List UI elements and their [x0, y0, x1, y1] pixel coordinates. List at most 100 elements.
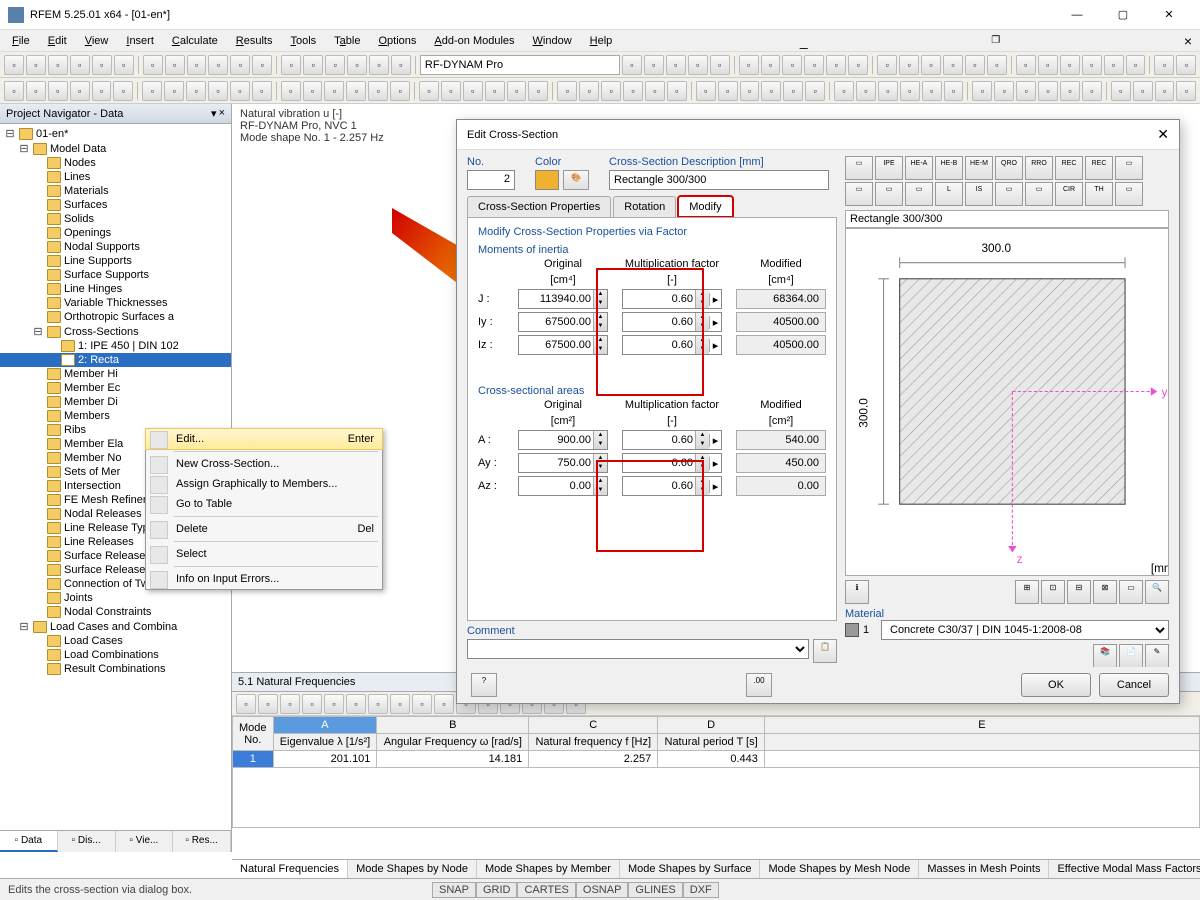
toolbar-button[interactable]: ▫	[696, 81, 716, 101]
tree-item[interactable]: Load Cases	[0, 634, 231, 648]
tree-item[interactable]: Line Hinges	[0, 282, 231, 296]
status-toggle-osnap[interactable]: OSNAP	[576, 882, 629, 898]
description-input[interactable]	[609, 170, 829, 190]
cs-lib-button[interactable]: CIR	[1055, 182, 1083, 206]
table-toolbar-button[interactable]: ▫	[280, 694, 300, 714]
preview-tool-5[interactable]: ▭	[1119, 580, 1143, 604]
result-tab[interactable]: Mode Shapes by Surface	[620, 860, 761, 878]
dialog-units-button[interactable]: .00	[746, 673, 772, 697]
results-table[interactable]: Mode No. A B C D E Eigenvalue λ [1/s²]An…	[232, 716, 1200, 828]
menu-tools[interactable]: Tools	[282, 33, 324, 49]
toolbar-button[interactable]: ▫	[667, 81, 687, 101]
toolbar-button[interactable]: ▫	[281, 55, 301, 75]
nav-tab-res...[interactable]: ▫ Res...	[173, 831, 231, 852]
toolbar-button[interactable]: ▫	[368, 81, 388, 101]
result-tab[interactable]: Mode Shapes by Mesh Node	[760, 860, 919, 878]
cs-lib-button[interactable]: IPE	[875, 156, 903, 180]
no-field[interactable]: 2	[467, 170, 515, 190]
toolbar-button[interactable]: ▫	[230, 81, 250, 101]
cs-lib-button[interactable]: RRO	[1025, 156, 1053, 180]
tree-item[interactable]: Member Ec	[0, 381, 231, 395]
menu-options[interactable]: Options	[370, 33, 424, 49]
tree-item[interactable]: Variable Thicknesses	[0, 296, 231, 310]
toolbar-button[interactable]: ▫	[826, 55, 846, 75]
table-toolbar-button[interactable]: ▫	[302, 694, 322, 714]
menu-add-on modules[interactable]: Add-on Modules	[426, 33, 522, 49]
toolbar-button[interactable]: ▫	[848, 55, 868, 75]
toolbar-button[interactable]: ▫	[1133, 81, 1153, 101]
comment-browse-button[interactable]: 📋	[813, 639, 837, 663]
toolbar-button[interactable]: ▫	[899, 55, 919, 75]
toolbar-button[interactable]: ▫	[92, 81, 112, 101]
factor-spinner[interactable]: ▲▼▸	[622, 335, 722, 355]
toolbar-button[interactable]: ▫	[922, 81, 942, 101]
module-combo[interactable]: RF-DYNAM Pro	[420, 55, 620, 75]
toolbar-button[interactable]: ▫	[208, 55, 228, 75]
tree-item[interactable]: Member Hi	[0, 367, 231, 381]
table-toolbar-button[interactable]: ▫	[258, 694, 278, 714]
toolbar-button[interactable]: ▫	[441, 81, 461, 101]
toolbar-button[interactable]: ▫	[579, 81, 599, 101]
toolbar-button[interactable]: ▫	[230, 55, 250, 75]
toolbar-button[interactable]: ▫	[1111, 81, 1131, 101]
toolbar-button[interactable]: ▫	[252, 81, 272, 101]
close-button[interactable]: ✕	[1146, 0, 1192, 30]
cs-lib-button[interactable]: ▭	[1115, 156, 1143, 180]
material-lib-button[interactable]: 📚	[1093, 644, 1117, 667]
cancel-button[interactable]: Cancel	[1099, 673, 1169, 697]
minimize-button[interactable]: —	[1054, 0, 1100, 30]
preview-tool-1[interactable]: ⊞	[1015, 580, 1039, 604]
cs-lib-button[interactable]: ▭	[1115, 182, 1143, 206]
toolbar-button[interactable]: ▫	[987, 55, 1007, 75]
factor-spinner[interactable]: ▲▼▸	[622, 430, 722, 450]
mdi-minimize-icon[interactable]: _	[796, 33, 812, 49]
result-tab[interactable]: Mode Shapes by Member	[477, 860, 620, 878]
table-toolbar-button[interactable]: ▫	[412, 694, 432, 714]
menu-window[interactable]: Window	[525, 33, 580, 49]
toolbar-button[interactable]: ▫	[1060, 81, 1080, 101]
material-new-button[interactable]: 📄	[1119, 644, 1143, 667]
context-edit-[interactable]: Edit...Enter	[145, 428, 383, 450]
cs-lib-button[interactable]: TH	[1085, 182, 1113, 206]
color-picker-button[interactable]: 🎨	[563, 170, 589, 190]
factor-spinner[interactable]: ▲▼▸	[622, 476, 722, 496]
toolbar-button[interactable]: ▫	[1038, 55, 1058, 75]
toolbar-button[interactable]: ▫	[623, 81, 643, 101]
cs-lib-button[interactable]: HE-B	[935, 156, 963, 180]
preview-tool-3[interactable]: ⊟	[1067, 580, 1091, 604]
menu-insert[interactable]: Insert	[118, 33, 162, 49]
tree-item[interactable]: Solids	[0, 212, 231, 226]
menu-help[interactable]: Help	[582, 33, 621, 49]
toolbar-button[interactable]: ▫	[419, 81, 439, 101]
tree-item[interactable]: Nodes	[0, 156, 231, 170]
tree-item[interactable]: ⊟Cross-Sections	[0, 324, 231, 339]
tree-item[interactable]: ⊟Model Data	[0, 141, 231, 156]
table-toolbar-button[interactable]: ▫	[368, 694, 388, 714]
toolbar-button[interactable]: ▫	[1038, 81, 1058, 101]
color-swatch[interactable]	[535, 170, 559, 190]
tree-item[interactable]: Load Combinations	[0, 648, 231, 662]
cs-lib-button[interactable]: REC	[1055, 156, 1083, 180]
original-spinner[interactable]: ▲▼	[518, 289, 608, 309]
toolbar-button[interactable]: ▫	[688, 55, 708, 75]
toolbar-button[interactable]: ▫	[92, 55, 112, 75]
toolbar-button[interactable]: ▫	[666, 55, 686, 75]
original-spinner[interactable]: ▲▼	[518, 312, 608, 332]
menu-edit[interactable]: Edit	[40, 33, 75, 49]
toolbar-button[interactable]: ▫	[994, 81, 1014, 101]
mdi-restore-icon[interactable]: ❐	[987, 35, 1004, 46]
toolbar-button[interactable]: ▫	[782, 55, 802, 75]
toolbar-button[interactable]: ▫	[143, 55, 163, 75]
toolbar-button[interactable]: ▫	[944, 81, 964, 101]
table-toolbar-button[interactable]: ▫	[390, 694, 410, 714]
toolbar-button[interactable]: ▫	[877, 55, 897, 75]
toolbar-button[interactable]: ▫	[303, 81, 323, 101]
toolbar-button[interactable]: ▫	[113, 81, 133, 101]
comment-input[interactable]	[467, 639, 809, 659]
toolbar-button[interactable]: ▫	[783, 81, 803, 101]
toolbar-button[interactable]: ▫	[325, 55, 345, 75]
result-tab[interactable]: Mode Shapes by Node	[348, 860, 477, 878]
material-edit-button[interactable]: ✎	[1145, 644, 1169, 667]
result-tab[interactable]: Natural Frequencies	[232, 860, 348, 878]
tree-item[interactable]: 2: Recta	[0, 353, 231, 367]
